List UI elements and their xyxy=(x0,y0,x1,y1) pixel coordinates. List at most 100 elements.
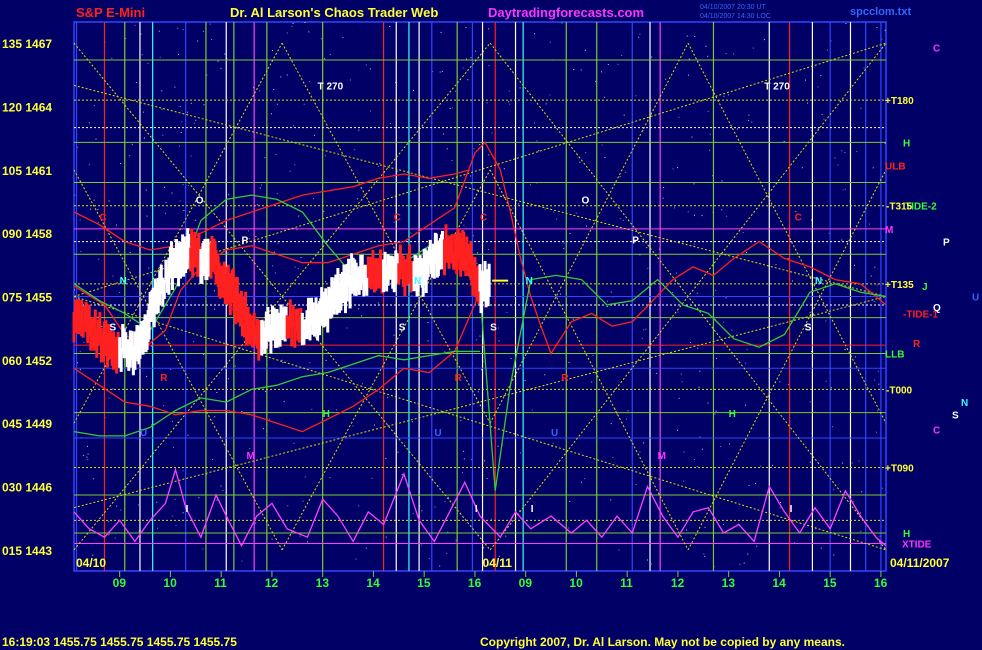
star-dot xyxy=(256,204,258,206)
star-dot xyxy=(446,148,448,150)
star-dot xyxy=(214,308,216,310)
star-dot xyxy=(707,55,709,57)
star-dot xyxy=(725,297,727,299)
star-dot xyxy=(841,239,843,241)
site-url[interactable]: Daytradingforecasts.com xyxy=(488,5,644,20)
star-dot xyxy=(639,451,641,453)
star-dot xyxy=(573,69,575,70)
star-dot xyxy=(83,341,85,343)
star-dot xyxy=(444,500,446,502)
star-dot xyxy=(643,442,645,444)
star-dot xyxy=(703,553,705,555)
star-dot xyxy=(638,36,640,38)
star-dot xyxy=(87,453,89,455)
star-dot xyxy=(561,22,563,24)
star-dot xyxy=(610,291,612,293)
star-dot xyxy=(508,90,510,92)
x-tick-label: 11 xyxy=(620,576,633,590)
right-label: P xyxy=(943,238,950,249)
star-dot xyxy=(833,554,835,556)
star-dot xyxy=(563,247,565,249)
star-dot xyxy=(439,71,441,73)
star-dot xyxy=(745,404,746,406)
star-dot xyxy=(182,470,184,472)
star-dot xyxy=(179,106,181,107)
star-dot xyxy=(377,302,379,304)
star-dot xyxy=(563,242,565,244)
star-dot xyxy=(131,143,133,145)
star-dot xyxy=(743,562,745,564)
star-dot xyxy=(320,38,322,40)
star-dot xyxy=(112,388,114,390)
star-dot xyxy=(211,39,213,40)
star-dot xyxy=(389,123,391,124)
star-dot xyxy=(683,480,685,482)
star-dot xyxy=(314,134,315,136)
annotation-label: P xyxy=(632,236,639,247)
star-dot xyxy=(549,41,551,43)
star-dot xyxy=(374,424,375,426)
star-dot xyxy=(178,53,180,55)
ticker-title: S&P E-Mini xyxy=(76,5,145,20)
star-dot xyxy=(174,86,176,88)
star-dot xyxy=(505,535,507,537)
star-dot xyxy=(721,180,723,182)
annotation-label: C xyxy=(99,212,106,223)
star-dot xyxy=(580,69,582,71)
star-dot xyxy=(412,512,414,514)
star-dot xyxy=(449,108,451,109)
star-dot xyxy=(486,102,488,104)
star-dot xyxy=(309,81,311,83)
timestamp-local: 04/10/2007 14:30 LOC xyxy=(700,13,771,20)
right-label: S xyxy=(952,411,959,422)
y-tick-label: 075 1455 xyxy=(2,291,52,305)
star-dot xyxy=(518,203,520,205)
star-dot xyxy=(439,565,441,567)
annotation-label: S xyxy=(110,322,117,333)
star-dot xyxy=(701,448,703,450)
star-dot xyxy=(294,164,296,166)
star-dot xyxy=(470,57,472,59)
star-dot xyxy=(214,416,216,418)
star-dot xyxy=(387,396,389,398)
star-dot xyxy=(626,418,627,420)
star-dot xyxy=(760,465,762,467)
y-tick-label: 135 1467 xyxy=(2,37,52,51)
star-dot xyxy=(623,114,625,116)
star-dot xyxy=(357,198,359,200)
star-dot xyxy=(198,497,200,499)
star-dot xyxy=(876,27,878,28)
star-dot xyxy=(696,466,698,467)
star-dot xyxy=(544,208,546,210)
star-dot xyxy=(241,411,243,412)
star-dot xyxy=(488,249,489,250)
star-dot xyxy=(823,118,825,120)
star-dot xyxy=(601,144,603,146)
star-dot xyxy=(691,136,693,138)
star-dot xyxy=(190,155,192,157)
star-dot xyxy=(569,500,571,502)
star-dot xyxy=(346,327,348,329)
star-dot xyxy=(825,320,827,322)
star-dot xyxy=(677,429,678,431)
star-dot xyxy=(503,168,505,170)
right-label: +T090 xyxy=(885,464,914,475)
star-dot xyxy=(467,79,469,81)
star-dot xyxy=(379,162,381,164)
star-dot xyxy=(739,563,741,565)
star-dot xyxy=(302,500,304,502)
star-dot xyxy=(674,207,675,209)
star-dot xyxy=(307,541,308,543)
star-dot xyxy=(427,340,429,342)
star-dot xyxy=(194,122,196,124)
star-dot xyxy=(646,247,648,249)
star-dot xyxy=(440,31,442,33)
star-dot xyxy=(308,31,310,33)
star-dot xyxy=(841,150,843,152)
star-dot xyxy=(255,236,257,238)
star-dot xyxy=(744,362,746,364)
star-dot xyxy=(146,215,148,217)
star-dot xyxy=(116,224,117,226)
star-dot xyxy=(860,107,862,109)
star-dot xyxy=(635,95,637,97)
